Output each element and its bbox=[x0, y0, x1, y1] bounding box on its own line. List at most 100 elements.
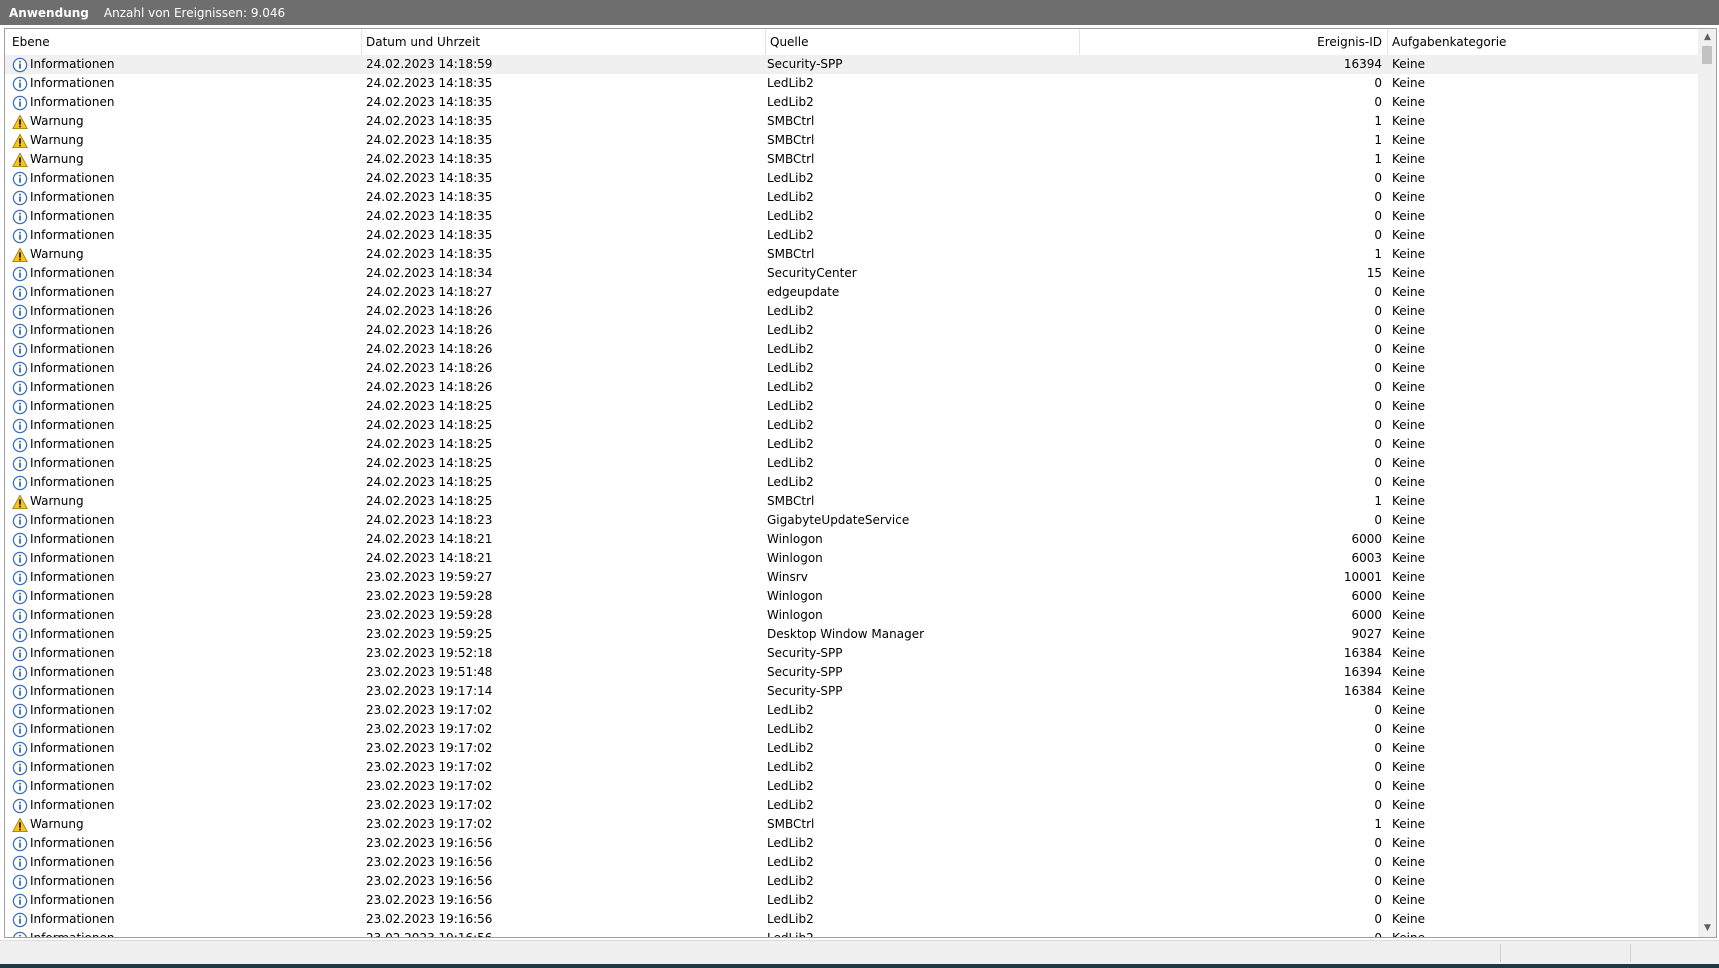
info-icon bbox=[12, 418, 28, 434]
event-row[interactable]: Warnung 23.02.2023 19:17:02 SMBCtrl 1 Keine bbox=[5, 815, 1700, 834]
column-header-event-id[interactable]: Ereignis-ID bbox=[1080, 29, 1388, 55]
event-row[interactable]: Informationen 24.02.2023 14:18:34 Security… bbox=[5, 264, 1700, 283]
event-row[interactable]: Informationen 24.02.2023 14:18:26 LedLib2 0… bbox=[5, 302, 1700, 321]
event-row[interactable]: Informationen 24.02.2023 14:18:59 Security… bbox=[5, 55, 1700, 74]
event-row[interactable]: Informationen 23.02.2023 19:17:02 LedLib2 0… bbox=[5, 796, 1700, 815]
column-header-level[interactable]: Ebene bbox=[5, 29, 362, 55]
event-row[interactable]: Informationen 23.02.2023 19:17:02 LedLib2 0… bbox=[5, 777, 1700, 796]
info-icon bbox=[12, 57, 28, 73]
event-level: Informationen bbox=[12, 663, 352, 682]
event-row[interactable]: Informationen 24.02.2023 14:18:27 edgeupda… bbox=[5, 283, 1700, 302]
event-row[interactable]: Informationen 23.02.2023 19:16:56 LedLib2 0… bbox=[5, 853, 1700, 872]
event-id: 0 bbox=[1374, 893, 1382, 907]
event-date: 24.02.2023 14:18:27 bbox=[366, 285, 493, 299]
event-date: 24.02.2023 14:18:21 bbox=[366, 532, 493, 546]
event-row[interactable]: Informationen 24.02.2023 14:18:26 LedLib2 0… bbox=[5, 321, 1700, 340]
event-row[interactable]: Informationen 24.02.2023 14:18:26 LedLib2 0… bbox=[5, 340, 1700, 359]
event-source: LedLib2 bbox=[767, 703, 814, 717]
event-level-label: Informationen bbox=[30, 855, 115, 869]
event-row[interactable]: Informationen 23.02.2023 19:52:18 Security… bbox=[5, 644, 1700, 663]
event-row[interactable]: Informationen 24.02.2023 14:18:21 Winlogon… bbox=[5, 549, 1700, 568]
event-row[interactable]: Informationen 24.02.2023 14:18:25 LedLib2 0… bbox=[5, 473, 1700, 492]
event-category: Keine bbox=[1392, 817, 1425, 831]
event-level-label: Informationen bbox=[30, 437, 115, 451]
event-row[interactable]: Warnung 24.02.2023 14:18:35 SMBCtrl 1 Keine bbox=[5, 150, 1700, 169]
event-source: LedLib2 bbox=[767, 456, 814, 470]
scroll-thumb[interactable] bbox=[1702, 46, 1712, 64]
log-titlebar: Anwendung Anzahl von Ereignissen: 9.046 bbox=[0, 0, 1719, 25]
event-row[interactable]: Informationen 24.02.2023 14:18:35 LedLib2 0… bbox=[5, 188, 1700, 207]
log-title: Anwendung bbox=[9, 5, 89, 20]
event-row[interactable]: Informationen 23.02.2023 19:17:02 LedLib2 0… bbox=[5, 701, 1700, 720]
event-id: 1 bbox=[1374, 133, 1382, 147]
event-row[interactable]: Informationen 23.02.2023 19:59:27 Winsrv 10… bbox=[5, 568, 1700, 587]
event-row[interactable]: Informationen 23.02.2023 19:17:02 LedLib2 0… bbox=[5, 758, 1700, 777]
event-list[interactable]: Ebene Datum und Uhrzeit Quelle Ereignis-… bbox=[4, 28, 1717, 938]
event-id: 0 bbox=[1374, 475, 1382, 489]
column-header-date[interactable]: Datum und Uhrzeit bbox=[362, 29, 766, 55]
event-date: 23.02.2023 19:17:02 bbox=[366, 798, 493, 812]
event-id: 0 bbox=[1374, 855, 1382, 869]
event-level-label: Informationen bbox=[30, 741, 115, 755]
event-id: 6000 bbox=[1351, 589, 1382, 603]
event-row[interactable]: Informationen 23.02.2023 19:51:48 Security… bbox=[5, 663, 1700, 682]
event-date: 24.02.2023 14:18:25 bbox=[366, 418, 493, 432]
event-category: Keine bbox=[1392, 152, 1425, 166]
event-row[interactable]: Informationen 24.02.2023 14:18:35 LedLib2 0… bbox=[5, 207, 1700, 226]
warning-icon bbox=[12, 246, 28, 263]
event-row[interactable]: Informationen 23.02.2023 19:16:56 LedLib2 0… bbox=[5, 910, 1700, 929]
event-row[interactable]: Informationen 23.02.2023 19:59:28 Winlogon… bbox=[5, 587, 1700, 606]
info-icon bbox=[12, 551, 28, 567]
event-row[interactable]: Informationen 24.02.2023 14:18:25 LedLib2 0… bbox=[5, 416, 1700, 435]
event-category: Keine bbox=[1392, 171, 1425, 185]
event-row[interactable]: Informationen 24.02.2023 14:18:35 LedLib2 0… bbox=[5, 74, 1700, 93]
event-level: Informationen bbox=[12, 454, 352, 473]
event-level-label: Informationen bbox=[30, 342, 115, 356]
event-row[interactable]: Informationen 24.02.2023 14:18:26 LedLib2 0… bbox=[5, 378, 1700, 397]
event-row[interactable]: Informationen 24.02.2023 14:18:23 Gigabyte… bbox=[5, 511, 1700, 530]
event-row[interactable]: Informationen 23.02.2023 19:16:56 LedLib2 0… bbox=[5, 872, 1700, 891]
event-row[interactable]: Informationen 24.02.2023 14:18:25 LedLib2 0… bbox=[5, 454, 1700, 473]
event-row[interactable]: Informationen 24.02.2023 14:18:25 LedLib2 0… bbox=[5, 397, 1700, 416]
event-row[interactable]: Informationen 24.02.2023 14:18:35 LedLib2 0… bbox=[5, 226, 1700, 245]
event-row[interactable]: Informationen 23.02.2023 19:16:56 LedLib2 0… bbox=[5, 834, 1700, 853]
column-header-source[interactable]: Quelle bbox=[766, 29, 1080, 55]
event-row[interactable]: Warnung 24.02.2023 14:18:25 SMBCtrl 1 Keine bbox=[5, 492, 1700, 511]
event-row[interactable]: Informationen 24.02.2023 14:18:35 LedLib2 0… bbox=[5, 169, 1700, 188]
column-header-category[interactable]: Aufgabenkategorie bbox=[1388, 29, 1700, 55]
event-row[interactable]: Informationen 24.02.2023 14:18:25 LedLib2 0… bbox=[5, 435, 1700, 454]
event-row[interactable]: Informationen 23.02.2023 19:17:14 Security… bbox=[5, 682, 1700, 701]
info-icon bbox=[12, 304, 28, 320]
info-icon bbox=[12, 285, 28, 301]
info-icon bbox=[12, 741, 28, 757]
event-date: 24.02.2023 14:18:59 bbox=[366, 57, 493, 71]
event-category: Keine bbox=[1392, 114, 1425, 128]
event-row[interactable]: Warnung 24.02.2023 14:18:35 SMBCtrl 1 Keine bbox=[5, 112, 1700, 131]
event-date: 23.02.2023 19:16:56 bbox=[366, 912, 493, 926]
scroll-up-icon[interactable]: ▲ bbox=[1699, 29, 1716, 46]
event-id: 6003 bbox=[1351, 551, 1382, 565]
event-level: Informationen bbox=[12, 397, 352, 416]
event-id: 0 bbox=[1374, 361, 1382, 375]
event-id: 0 bbox=[1374, 836, 1382, 850]
info-icon bbox=[12, 855, 28, 871]
event-row[interactable]: Informationen 24.02.2023 14:18:21 Winlogon… bbox=[5, 530, 1700, 549]
event-level-label: Warnung bbox=[30, 133, 84, 147]
event-source: SMBCtrl bbox=[767, 133, 815, 147]
scroll-down-icon[interactable]: ▼ bbox=[1699, 920, 1716, 937]
event-row[interactable]: Informationen 24.02.2023 14:18:26 LedLib2 0… bbox=[5, 359, 1700, 378]
event-row[interactable]: Warnung 24.02.2023 14:18:35 SMBCtrl 1 Keine bbox=[5, 131, 1700, 150]
vertical-scrollbar[interactable]: ▲ ▼ bbox=[1698, 29, 1716, 937]
event-row[interactable]: Informationen 23.02.2023 19:59:28 Winlogon… bbox=[5, 606, 1700, 625]
event-category: Keine bbox=[1392, 494, 1425, 508]
event-row[interactable]: Informationen 23.02.2023 19:59:25 Desktop … bbox=[5, 625, 1700, 644]
event-row[interactable]: Informationen 23.02.2023 19:16:56 LedLib2 0… bbox=[5, 929, 1700, 937]
event-category: Keine bbox=[1392, 437, 1425, 451]
event-row[interactable]: Informationen 23.02.2023 19:16:56 LedLib2 0… bbox=[5, 891, 1700, 910]
event-category: Keine bbox=[1392, 228, 1425, 242]
event-source: GigabyteUpdateService bbox=[767, 513, 910, 527]
event-row[interactable]: Informationen 23.02.2023 19:17:02 LedLib2 0… bbox=[5, 720, 1700, 739]
event-row[interactable]: Warnung 24.02.2023 14:18:35 SMBCtrl 1 Keine bbox=[5, 245, 1700, 264]
event-row[interactable]: Informationen 23.02.2023 19:17:02 LedLib2 0… bbox=[5, 739, 1700, 758]
event-row[interactable]: Informationen 24.02.2023 14:18:35 LedLib2 0… bbox=[5, 93, 1700, 112]
